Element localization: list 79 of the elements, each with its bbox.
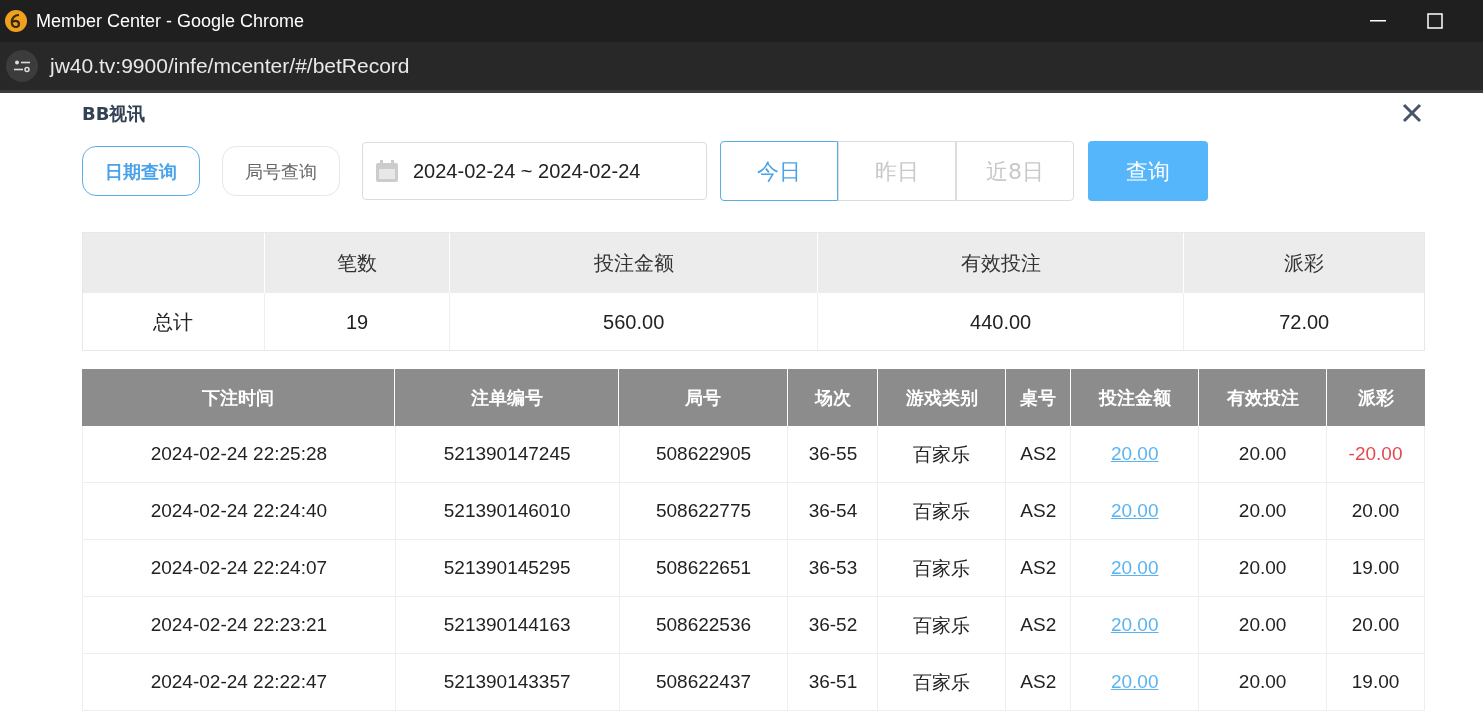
summary-cell-text: 72.00 — [1278, 309, 1331, 335]
table-cell: 2024-02-24 22:24:40 — [83, 483, 396, 539]
table-cell: 521390147245 — [395, 426, 620, 482]
summary-header-cell: 投注金额 — [450, 233, 818, 293]
table-cell: 36-55 — [788, 426, 879, 482]
table-cell: 508622536 — [619, 597, 789, 653]
table-cell: 2024-02-24 22:23:21 — [83, 597, 396, 653]
column-header: 桌号 — [1006, 369, 1071, 426]
table-cell: 508622775 — [619, 483, 789, 539]
summary-header-cell: 有效投注 — [817, 233, 1185, 293]
table-cell: 508622905 — [619, 426, 789, 482]
summary-cell: 总计 — [83, 293, 265, 350]
table-cell: 2024-02-24 22:22:47 — [83, 654, 396, 710]
table-cell: AS2 — [1006, 426, 1072, 482]
bet-amount-link[interactable]: 20.00 — [1110, 496, 1159, 526]
window-title: Member Center - Google Chrome — [36, 9, 305, 33]
column-header: 下注时间 — [82, 369, 395, 426]
table-cell: 百家乐 — [878, 597, 1007, 653]
date-range-field[interactable]: 2024-02-24 ~ 2024-02-24 — [362, 142, 707, 200]
table-cell: 2024-02-24 22:25:28 — [83, 426, 396, 482]
table-cell: 521390144163 — [395, 597, 620, 653]
maximize-icon — [1427, 13, 1443, 29]
site-info-button[interactable] — [6, 50, 38, 82]
table-cell: 19.00 — [1327, 654, 1425, 710]
bet-amount-link[interactable]: 20.00 — [1110, 553, 1159, 583]
table-cell: 508622651 — [619, 540, 789, 596]
column-header: 游戏类别 — [878, 369, 1006, 426]
quick-date-tab[interactable]: 今日 — [720, 141, 838, 201]
url-text[interactable]: jw40.tv:9900/infe/mcenter/#/betRecord — [50, 50, 410, 82]
summary-cell: 560.00 — [450, 293, 818, 350]
summary-header-cell-text: 派彩 — [1283, 250, 1326, 277]
table-cell: 百家乐 — [878, 654, 1007, 710]
column-header: 注单编号 — [395, 369, 619, 426]
table-cell: AS2 — [1006, 654, 1072, 710]
bet-amount-link[interactable]: 20.00 — [1110, 610, 1159, 640]
table-cell: 521390143357 — [395, 654, 620, 710]
search-button[interactable]: 查询 — [1088, 141, 1208, 201]
table-cell: 508622437 — [619, 654, 789, 710]
table-cell: 百家乐 — [878, 540, 1007, 596]
date-range-text: 2024-02-24 ~ 2024-02-24 — [413, 159, 641, 184]
table-cell: 百家乐 — [878, 483, 1007, 539]
bet-amount-link[interactable]: 20.00 — [1110, 439, 1159, 469]
tune-icon — [13, 59, 31, 73]
table-cell: AS2 — [1006, 540, 1072, 596]
table-cell: 36-54 — [788, 483, 879, 539]
table-cell: 36-53 — [788, 540, 879, 596]
query-mode-tab[interactable]: 局号查询 — [222, 146, 340, 196]
table-cell: 20.00 — [1199, 597, 1328, 653]
column-header: 有效投注 — [1199, 369, 1327, 426]
app-logo-icon — [4, 9, 28, 33]
table-cell: 20.00 — [1199, 540, 1328, 596]
table-cell: 20.00 — [1327, 483, 1425, 539]
calendar-icon — [375, 159, 399, 183]
table-cell: -20.00 — [1327, 426, 1425, 482]
column-header: 派彩 — [1357, 386, 1395, 410]
table-cell: 20.00 — [1199, 483, 1328, 539]
query-mode-tab[interactable]: 日期查询 — [82, 146, 200, 196]
table-cell: 36-51 — [788, 654, 879, 710]
table-cell: 2024-02-24 22:24:07 — [83, 540, 396, 596]
minimize-icon — [1370, 20, 1386, 22]
table-cell: 36-52 — [788, 597, 879, 653]
summary-cell: 19 — [264, 293, 451, 350]
table-cell: AS2 — [1006, 597, 1072, 653]
table-cell: 20.00 — [1327, 597, 1425, 653]
bet-amount-link[interactable]: 20.00 — [1110, 667, 1159, 697]
table-cell: 521390145295 — [395, 540, 620, 596]
table-cell: 521390146010 — [395, 483, 620, 539]
summary-header-cell: 笔数 — [264, 233, 451, 293]
table-cell: 19.00 — [1327, 540, 1425, 596]
column-header: 投注金额 — [1071, 369, 1199, 426]
panel-title: BB视讯 — [82, 101, 146, 126]
column-header: 场次 — [788, 369, 878, 426]
table-cell: 20.00 — [1199, 426, 1328, 482]
column-header: 局号 — [619, 369, 788, 426]
close-icon — [1401, 102, 1423, 124]
table-cell: AS2 — [1006, 483, 1072, 539]
table-cell: 20.00 — [1199, 654, 1328, 710]
table-cell: 百家乐 — [878, 426, 1007, 482]
summary-cell: 440.00 — [817, 293, 1185, 350]
